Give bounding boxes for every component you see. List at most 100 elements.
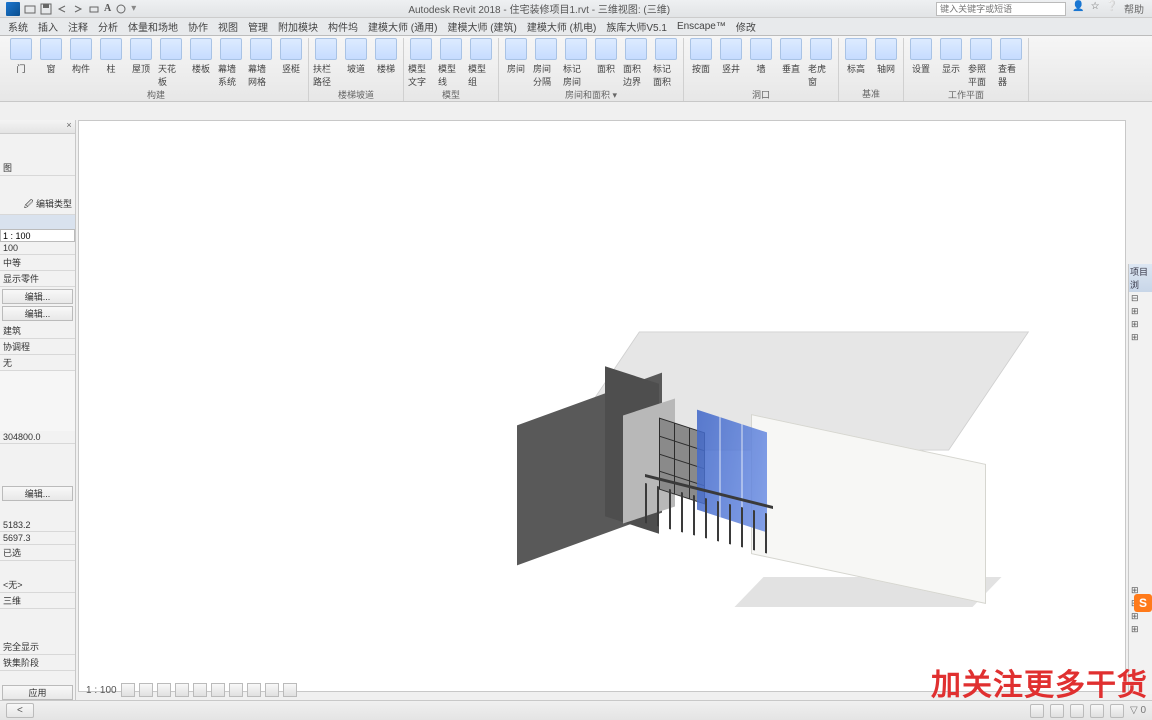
ribbon-button[interactable]: 天花板 [158, 38, 184, 88]
edit-button[interactable]: 编辑... [2, 289, 73, 304]
measure-icon[interactable] [115, 3, 127, 15]
tab[interactable]: 体量和场地 [128, 19, 178, 34]
ribbon-button[interactable]: 幕墙网格 [248, 38, 274, 88]
prop-row[interactable]: 无 [0, 355, 75, 371]
tab[interactable]: Enscape™ [677, 21, 726, 32]
ribbon-button[interactable]: 显示 [938, 38, 964, 75]
lock-3d-icon[interactable] [247, 683, 261, 697]
viewport[interactable] [78, 120, 1126, 692]
ribbon-button[interactable]: 模型组 [468, 38, 494, 88]
tab[interactable]: 分析 [98, 19, 118, 34]
prop-row[interactable]: 已选 [0, 545, 75, 561]
search-input[interactable] [936, 2, 1066, 16]
select-underlay-icon[interactable] [1050, 704, 1064, 718]
ribbon-button[interactable]: 坡道 [343, 38, 369, 75]
tab[interactable]: 附加模块 [278, 19, 318, 34]
ribbon-button[interactable]: 房间 [503, 38, 529, 75]
undo-icon[interactable] [56, 3, 68, 15]
tab[interactable]: 修改 [736, 19, 756, 34]
close-icon[interactable]: × [63, 120, 75, 133]
open-icon[interactable] [24, 3, 36, 15]
prop-row[interactable]: 协调程 [0, 339, 75, 355]
tree-node[interactable]: ⊟ [1129, 292, 1152, 305]
apply-button[interactable]: 应用 [2, 685, 73, 700]
favorite-icon[interactable]: ☆ [1091, 1, 1100, 16]
ribbon-button[interactable]: 标记房间 [563, 38, 589, 88]
prop-row[interactable]: 建筑 [0, 323, 75, 339]
ribbon-button[interactable]: 模型线 [438, 38, 464, 88]
ribbon-button[interactable]: 构件 [68, 38, 94, 75]
tree-node[interactable]: ⊞ [1129, 623, 1152, 636]
render-icon[interactable] [193, 683, 207, 697]
select-links-icon[interactable] [1030, 704, 1044, 718]
ribbon-button[interactable]: 竖梃 [278, 38, 304, 75]
tab[interactable]: 注释 [68, 19, 88, 34]
text-icon[interactable]: A [104, 3, 111, 14]
temp-hide-icon[interactable] [265, 683, 279, 697]
ribbon-button[interactable]: 墙 [748, 38, 774, 75]
signin-icon[interactable]: ❔ [1106, 1, 1118, 16]
tree-node[interactable]: ⊞ [1129, 318, 1152, 331]
ribbon-button[interactable]: 面积 [593, 38, 619, 75]
ribbon-button[interactable]: 参照平面 [968, 38, 994, 88]
ribbon-button[interactable]: 屋顶 [128, 38, 154, 75]
ribbon-button[interactable]: 扶栏路径 [313, 38, 339, 88]
revit-logo-icon[interactable] [6, 2, 20, 16]
ribbon-button[interactable]: 标高 [843, 38, 869, 75]
ribbon-button[interactable]: 面积边界 [623, 38, 649, 88]
ribbon-button[interactable]: 柱 [98, 38, 124, 75]
visual-style-icon[interactable] [139, 683, 153, 697]
ribbon-button[interactable]: 标记面积 [653, 38, 679, 88]
ribbon-button[interactable]: 窗 [38, 38, 64, 75]
tree-node[interactable]: ⊞ [1129, 305, 1152, 318]
status-left-button[interactable]: < [6, 703, 34, 718]
ribbon-button[interactable]: 幕墙系统 [218, 38, 244, 88]
ribbon-button[interactable]: 设置 [908, 38, 934, 75]
detail-level-icon[interactable] [121, 683, 135, 697]
ribbon-button[interactable]: 楼板 [188, 38, 214, 75]
edit-button[interactable]: 编辑... [2, 306, 73, 321]
prop-row[interactable]: 304800.0 [0, 431, 75, 444]
edit-button[interactable]: 编辑... [2, 486, 73, 501]
ribbon-button[interactable]: 楼梯 [373, 38, 399, 75]
edit-type-row[interactable]: 🖉 编辑类型 [0, 196, 75, 215]
sun-path-icon[interactable] [157, 683, 171, 697]
prop-row[interactable]: 显示零件 [0, 271, 75, 287]
ribbon-button[interactable]: 房间分隔 [533, 38, 559, 88]
tab[interactable]: 建模大师 (通用) [368, 19, 437, 34]
prop-row[interactable]: 100 [0, 242, 75, 255]
help-link[interactable]: 帮助 [1124, 1, 1144, 16]
tab[interactable]: 插入 [38, 19, 58, 34]
subscription-icon[interactable]: 👤 [1072, 1, 1084, 16]
tab[interactable]: 视图 [218, 19, 238, 34]
prop-combo[interactable]: <无> [0, 577, 75, 593]
scale-input[interactable] [0, 229, 75, 242]
tab[interactable]: 协作 [188, 19, 208, 34]
redo-icon[interactable] [72, 3, 84, 15]
ribbon-button[interactable]: 查看器 [998, 38, 1024, 88]
prop-row[interactable]: 5697.3 [0, 532, 75, 545]
sogou-ime-icon[interactable]: S [1134, 594, 1152, 612]
project-browser[interactable]: 项目浏 ⊟ ⊞ ⊞ ⊞ ⊞ ⊞ ⊞ ⊞ [1128, 264, 1152, 694]
shadows-icon[interactable] [175, 683, 189, 697]
tab[interactable]: 族库大师V5.1 [606, 19, 667, 34]
ribbon-button[interactable]: 老虎窗 [808, 38, 834, 88]
prop-row[interactable]: 中等 [0, 255, 75, 271]
type-selector[interactable]: 图 [0, 160, 75, 176]
print-icon[interactable] [88, 3, 100, 15]
select-face-icon[interactable] [1090, 704, 1104, 718]
tab[interactable]: 建模大师 (机电) [527, 19, 596, 34]
tab[interactable]: 系统 [8, 19, 28, 34]
tab[interactable]: 建模大师 (建筑) [447, 19, 516, 34]
ribbon-button[interactable]: 按面 [688, 38, 714, 75]
select-pinned-icon[interactable] [1070, 704, 1084, 718]
ribbon-button[interactable]: 门 [8, 38, 34, 75]
ribbon-button[interactable]: 竖井 [718, 38, 744, 75]
ribbon-button[interactable]: 模型文字 [408, 38, 434, 88]
crop-icon[interactable] [211, 683, 225, 697]
prop-row[interactable]: 三维 [0, 593, 75, 609]
tab[interactable]: 管理 [248, 19, 268, 34]
ribbon-button[interactable]: 垂直 [778, 38, 804, 75]
drag-elements-icon[interactable] [1110, 704, 1124, 718]
prop-row[interactable]: 5183.2 [0, 519, 75, 532]
